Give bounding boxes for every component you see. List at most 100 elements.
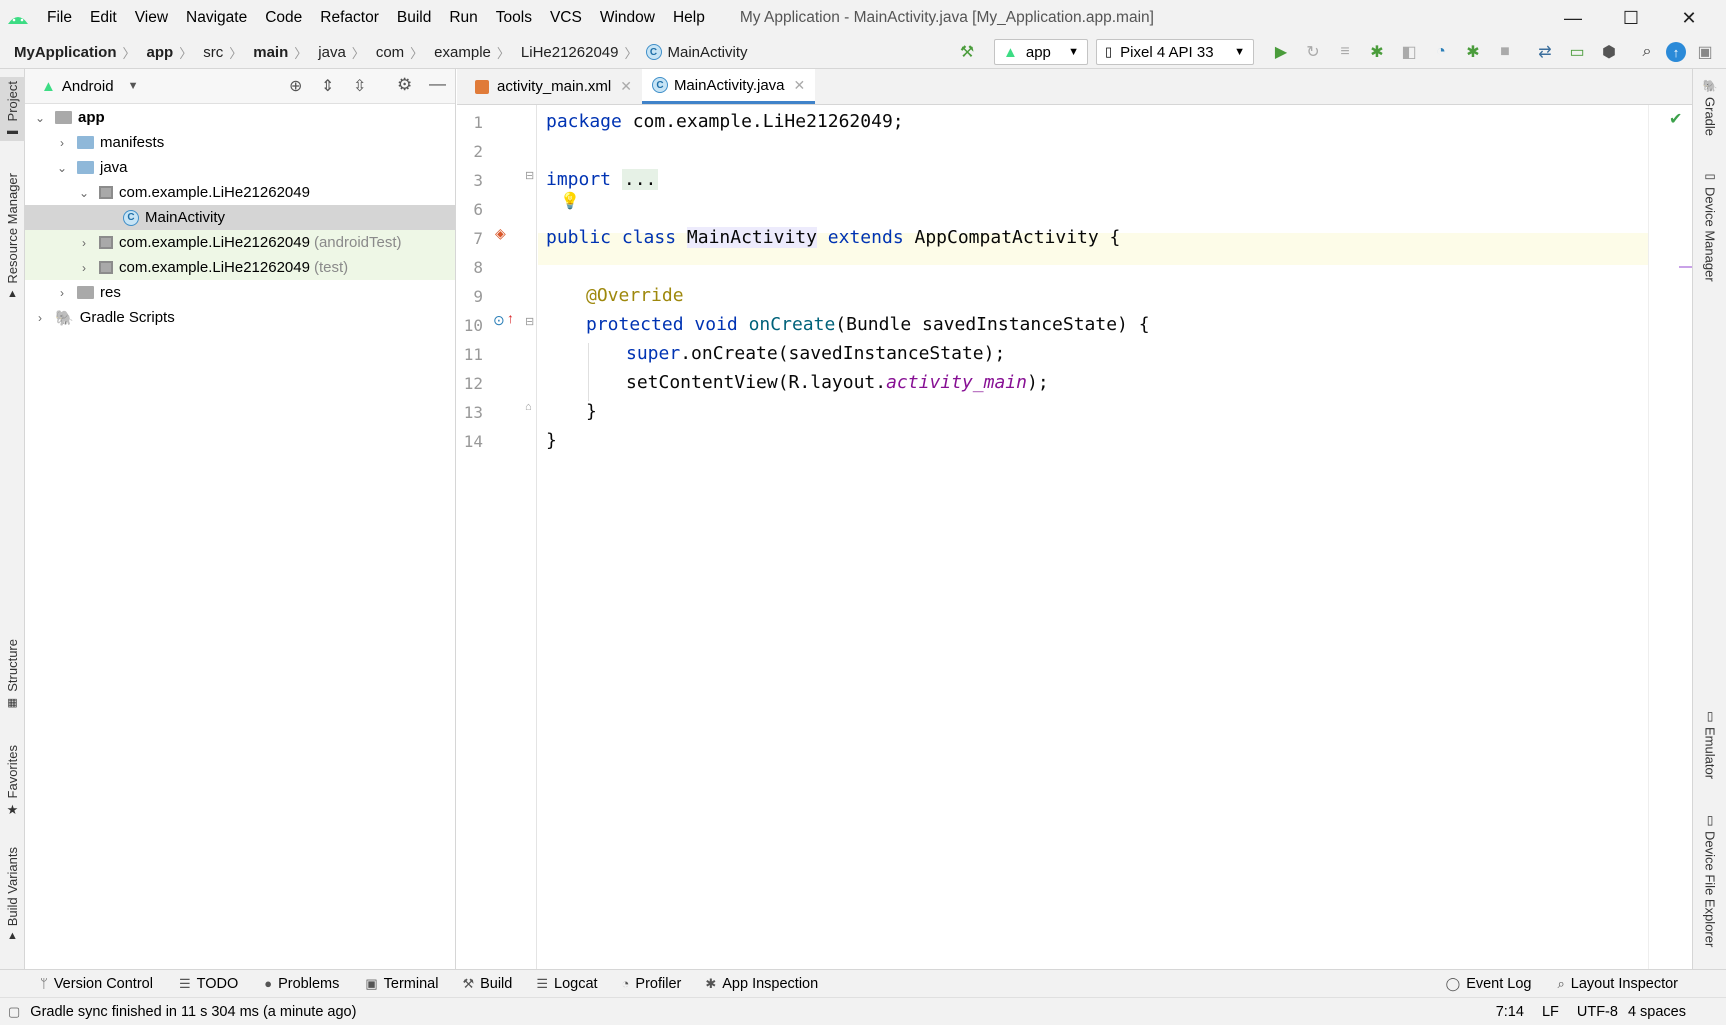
breadcrumb-main[interactable]: main (242, 44, 288, 61)
tool-todo[interactable]: ☰ TODO (179, 976, 238, 992)
tab-project[interactable]: Project ▬ (0, 77, 25, 142)
status-message[interactable]: Gradle sync finished in 11 s 304 ms (a m… (30, 1004, 356, 1020)
minimize-button[interactable]: — (1544, 0, 1602, 36)
tab-structure[interactable]: Structure ▦ (0, 639, 25, 709)
hammer-icon[interactable]: ⚒ (954, 40, 980, 64)
tool-layout-inspector[interactable]: ⌕ Layout Inspector (1558, 976, 1679, 992)
gear-icon[interactable]: ⚙ (397, 75, 412, 95)
tool-version-control[interactable]: ᛘ Version Control (40, 976, 153, 992)
debug-icon[interactable]: ✱ (1364, 40, 1390, 64)
sdk-manager-icon[interactable]: ⬢ (1596, 40, 1622, 64)
rerun-icon[interactable]: ↻ (1300, 40, 1326, 64)
tree-item-gradle-scripts[interactable]: › 🐘 Gradle Scripts (25, 305, 455, 330)
caret-position[interactable]: 7:14 (1496, 1004, 1524, 1020)
tab-resource-manager[interactable]: Resource Manager ▲ (0, 173, 25, 300)
breadcrumb-class[interactable]: MainActivity (668, 44, 748, 61)
chevron-right-icon: 〉 (624, 45, 638, 61)
close-tab-icon[interactable]: ✕ (620, 78, 632, 95)
breadcrumb-app[interactable]: app (136, 44, 174, 61)
profile-icon[interactable]: ◔ (1428, 40, 1454, 64)
tool-logcat[interactable]: ☰ Logcat (536, 976, 597, 992)
tree-item-package[interactable]: ⌄ com.example.LiHe21262049 (25, 180, 455, 205)
folded-imports[interactable]: ... (621, 169, 659, 190)
menu-run[interactable]: Run (440, 9, 486, 27)
fold-icon[interactable]: ⊟ (525, 315, 534, 328)
inspection-icon: ✱ (705, 975, 717, 991)
code-editor[interactable]: package com.example.LiHe21262049; import… (538, 105, 1648, 969)
chevron-right-icon: › (82, 260, 86, 275)
locate-icon[interactable]: ⊕ (289, 76, 302, 96)
menu-navigate[interactable]: Navigate (177, 9, 256, 27)
update-icon[interactable]: ↑ (1666, 42, 1686, 62)
menu-refactor[interactable]: Refactor (311, 9, 388, 27)
file-encoding[interactable]: UTF-8 (1577, 1004, 1618, 1020)
tool-event-log[interactable]: ◯ Event Log (1446, 976, 1532, 992)
stop-icon[interactable]: ■ (1492, 40, 1518, 64)
coverage-icon[interactable]: ✱ (1460, 40, 1486, 64)
project-view-select[interactable]: Android (62, 78, 114, 95)
account-icon[interactable]: ▣ (1692, 40, 1718, 64)
tool-app-inspection[interactable]: ✱ App Inspection (705, 976, 818, 992)
menu-code[interactable]: Code (256, 9, 311, 27)
tab-device-manager[interactable]: ▭ Device Manager (1693, 169, 1726, 282)
line-separator[interactable]: LF (1542, 1004, 1559, 1020)
menu-file[interactable]: File (38, 9, 81, 27)
run-config-select[interactable]: ▲ app ▼ (994, 39, 1088, 65)
search-icon[interactable]: ⌕ (1634, 40, 1660, 64)
tab-favorites[interactable]: Favorites ★ (0, 745, 25, 818)
menu-vcs[interactable]: VCS (541, 9, 591, 27)
menu-help[interactable]: Help (664, 9, 714, 27)
tree-item-package-test[interactable]: › com.example.LiHe21262049 (test) (25, 255, 455, 280)
fold-end-icon[interactable]: ⌂ (525, 401, 532, 413)
tab-main-activity-java[interactable]: C MainActivity.java ✕ (641, 69, 816, 104)
tree-item-java[interactable]: ⌄ java (25, 155, 455, 180)
breadcrumb-package[interactable]: LiHe21262049 (510, 44, 619, 61)
device-manager-icon[interactable]: ▭ (1564, 40, 1590, 64)
tab-activity-main-xml[interactable]: activity_main.xml ✕ (465, 69, 642, 104)
status-toggle-icon[interactable]: ▢ (8, 1004, 20, 1020)
breadcrumb-src[interactable]: src (192, 44, 223, 61)
collapse-all-icon[interactable]: ⇳ (353, 76, 366, 96)
terminal-icon: ▣ (365, 975, 378, 991)
menu-view[interactable]: View (126, 9, 177, 27)
tree-item-manifests[interactable]: › manifests (25, 130, 455, 155)
apply-changes-icon[interactable]: ≡ (1332, 40, 1358, 64)
dropdown-arrow-icon[interactable]: ▼ (128, 80, 139, 92)
tab-emulator[interactable]: ▯ Emulator (1693, 709, 1726, 779)
hide-panel-icon[interactable]: — (429, 74, 446, 94)
sync-gradle-icon[interactable]: ⇄ (1532, 40, 1558, 64)
breadcrumb-java[interactable]: java (307, 44, 346, 61)
close-button[interactable]: ✕ (1660, 0, 1718, 36)
override-icon[interactable]: ⊙ (493, 312, 505, 329)
breadcrumb-com[interactable]: com (365, 44, 404, 61)
editor-scrollbar[interactable]: ✔ (1648, 105, 1693, 969)
tab-gradle[interactable]: 🐘 Gradle (1693, 79, 1726, 136)
run-class-icon[interactable]: ◈ (495, 225, 506, 242)
menu-tools[interactable]: Tools (487, 9, 541, 27)
menu-window[interactable]: Window (591, 9, 664, 27)
tool-build[interactable]: ⚒ Build (462, 976, 512, 992)
editor-gutter: 1 2 3 6 7 8 9 10 11 12 13 14 ⊟ ◈ ⊙ ↑ ⊟ ⌂ (457, 105, 537, 969)
maximize-button[interactable]: ☐ (1602, 0, 1660, 36)
tab-device-file-explorer[interactable]: ▯ Device File Explorer (1693, 813, 1726, 947)
tool-terminal[interactable]: ▣ Terminal (365, 976, 438, 992)
tool-profiler[interactable]: ◔ Profiler (622, 976, 682, 992)
fold-icon[interactable]: ⊟ (525, 169, 534, 182)
expand-all-icon[interactable]: ⇕ (321, 76, 334, 96)
breadcrumb-example[interactable]: example (423, 44, 491, 61)
tree-item-package-android-test[interactable]: › com.example.LiHe21262049 (androidTest) (25, 230, 455, 255)
tree-item-res[interactable]: › res (25, 280, 455, 305)
menu-build[interactable]: Build (388, 9, 440, 27)
tree-item-app[interactable]: ⌄ app (25, 105, 455, 130)
close-tab-icon[interactable]: ✕ (794, 77, 806, 94)
attach-debugger-icon[interactable]: ◧ (1396, 40, 1422, 64)
device-select[interactable]: ▯ Pixel 4 API 33 ▼ (1096, 39, 1254, 65)
lightbulb-icon[interactable]: 💡 (560, 191, 580, 211)
tab-build-variants[interactable]: Build Variants ▲ (0, 847, 25, 942)
indent-setting[interactable]: 4 spaces (1628, 1004, 1686, 1020)
breadcrumb-project[interactable]: MyApplication (0, 44, 117, 61)
tree-item-main-activity[interactable]: C MainActivity (25, 205, 455, 230)
run-icon[interactable]: ▶ (1268, 40, 1294, 64)
menu-edit[interactable]: Edit (81, 9, 126, 27)
tool-problems[interactable]: ● Problems (264, 976, 339, 992)
